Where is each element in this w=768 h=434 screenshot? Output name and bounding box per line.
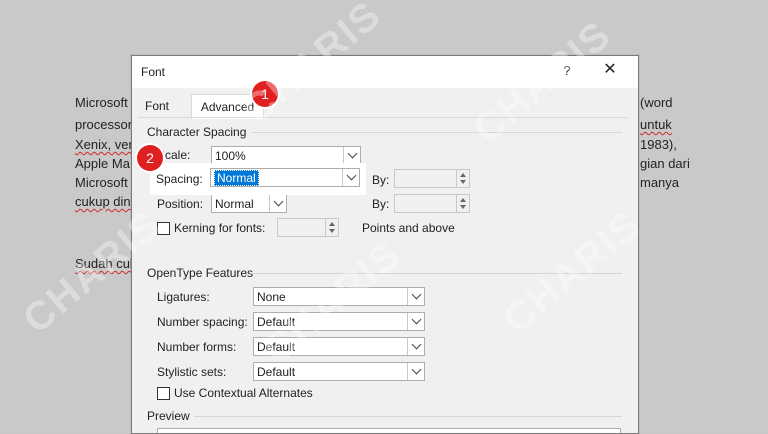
doc-line-right: 1983),	[640, 137, 677, 152]
spacing-selected-text: Normal	[214, 170, 259, 186]
position-combo[interactable]: Normal	[211, 194, 287, 213]
spinner-arrows-icon[interactable]	[325, 219, 338, 236]
divider	[250, 273, 622, 274]
spacing-row-highlight: Spacing: Normal	[150, 163, 366, 195]
divider	[252, 132, 622, 133]
chevron-down-icon[interactable]	[407, 363, 424, 380]
position-by-spinner[interactable]	[394, 194, 470, 213]
spacing-by-spinner[interactable]	[394, 169, 470, 188]
spacing-combo[interactable]: Normal	[210, 168, 360, 187]
spacing-by-label: By:	[372, 173, 390, 187]
annotation-badge-1: 1	[252, 81, 278, 107]
spinner-arrows-icon[interactable]	[456, 195, 469, 212]
spinner-arrows-icon[interactable]	[456, 170, 469, 187]
doc-line-right: gian dari	[640, 156, 690, 171]
doc-line: Microsoft	[75, 95, 128, 110]
number-forms-combo[interactable]: Default	[253, 337, 425, 356]
chevron-down-icon[interactable]	[407, 338, 424, 355]
stylistic-sets-value: Default	[257, 365, 296, 379]
ligatures-combo[interactable]: None	[253, 287, 425, 306]
kerning-label: Kerning for fonts:	[174, 221, 266, 235]
preview-heading: Preview	[147, 409, 190, 423]
help-button[interactable]: ?	[561, 62, 573, 80]
chevron-down-icon[interactable]	[407, 313, 424, 330]
stylistic-sets-label: Stylistic sets:	[157, 365, 227, 379]
position-by-label: By:	[372, 197, 390, 211]
contextual-alternates-checkbox[interactable]	[157, 387, 170, 400]
chevron-down-icon[interactable]	[269, 195, 286, 212]
font-dialog: Font ? ✕ Font Advanced Character Spacing…	[131, 55, 639, 434]
character-spacing-heading: Character Spacing	[147, 125, 247, 139]
number-spacing-label: Number spacing:	[157, 315, 248, 329]
divider	[194, 416, 622, 417]
preview-box	[157, 428, 621, 433]
doc-line-right: untuk	[640, 117, 672, 132]
spacing-label: Spacing:	[156, 172, 203, 186]
doc-line: Microsoft	[75, 175, 128, 190]
chevron-down-icon[interactable]	[407, 288, 424, 305]
doc-line-right: manya	[640, 175, 680, 190]
close-icon[interactable]: ✕	[602, 61, 618, 79]
kerning-checkbox[interactable]	[157, 222, 170, 235]
doc-line: processor	[75, 117, 133, 132]
doc-line: cukup din	[75, 194, 131, 209]
tab-font[interactable]: Font	[145, 96, 185, 116]
doc-line: Sudah cuk	[75, 256, 137, 271]
position-value: Normal	[215, 197, 254, 211]
ligatures-label: Ligatures:	[157, 290, 210, 304]
scale-value: 100%	[215, 149, 246, 163]
spacing-value: Normal	[214, 170, 259, 186]
annotation-badge-2: 2	[137, 145, 163, 171]
dialog-title: Font	[141, 65, 166, 79]
number-forms-value: Default	[257, 340, 296, 354]
position-label: Position:	[157, 197, 204, 211]
chevron-down-icon[interactable]	[342, 169, 359, 186]
opentype-heading: OpenType Features	[147, 266, 254, 280]
stylistic-sets-combo[interactable]: Default	[253, 362, 425, 381]
kerning-suffix: Points and above	[362, 221, 455, 235]
number-spacing-combo[interactable]: Default	[253, 312, 425, 331]
doc-line: Apple Ma	[75, 156, 130, 171]
chevron-down-icon[interactable]	[343, 147, 360, 164]
dialog-titlebar: Font ? ✕	[132, 56, 638, 88]
kerning-spinner[interactable]	[277, 218, 339, 237]
doc-line: Xenix, ver	[75, 137, 133, 152]
ligatures-value: None	[257, 290, 286, 304]
doc-line-right: (word	[640, 95, 673, 110]
number-spacing-value: Default	[257, 315, 296, 329]
number-forms-label: Number forms:	[157, 340, 237, 354]
contextual-alternates-label: Use Contextual Alternates	[174, 386, 313, 400]
